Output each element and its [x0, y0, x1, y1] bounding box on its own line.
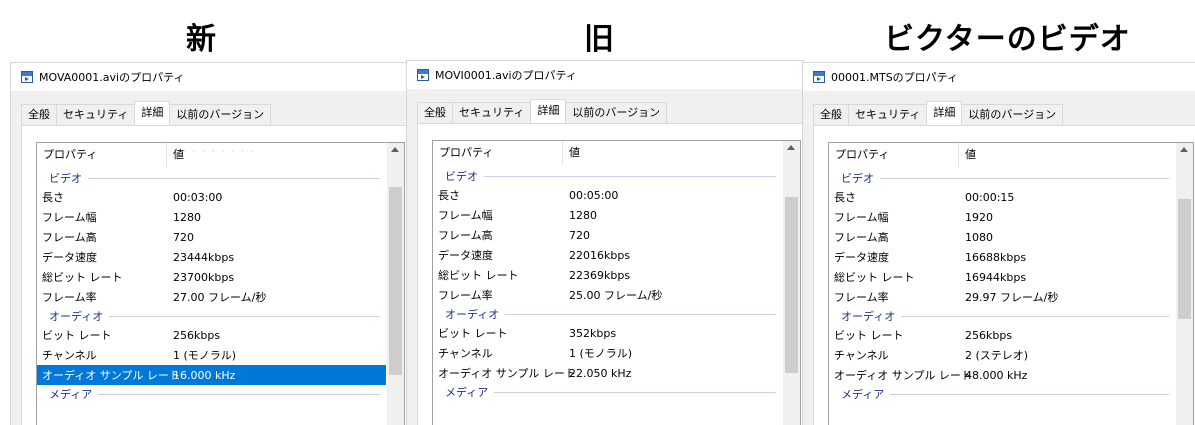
row-length[interactable]: 長さ 00:05:00 [433, 185, 782, 205]
tab-details[interactable]: 詳細 [530, 99, 567, 123]
row-data-rate[interactable]: データ速度 23444kbps [37, 247, 386, 267]
row-frame-width[interactable]: フレーム幅 1920 [829, 207, 1175, 227]
row-data-rate[interactable]: データ速度 22016kbps [433, 245, 782, 265]
property-list[interactable]: プロパティ 値 ビデオ 長さ 00:00:15 フレーム幅 1920 フレーム高 10… [828, 142, 1194, 425]
heading-victor: ビクターのビデオ [884, 22, 1131, 57]
row-audio-sample-rate[interactable]: オーディオ サンプル レート 48.000 kHz [829, 365, 1175, 385]
property-list[interactable]: プロパティ 値 · · · · · · · · · ビデオ 長さ 00:03:00… [36, 142, 405, 425]
details-tab-body: プロパティ 値 · · · · · · · · · ビデオ 長さ 00:03:00… [21, 125, 407, 425]
properties-window-old: MOVI0001.aviのプロパティ 全般 セキュリティ 詳細 以前のバージョン… [406, 60, 804, 425]
row-length[interactable]: 長さ 00:03:00 [37, 187, 386, 207]
column-header-value[interactable]: 値 [959, 143, 1175, 167]
properties-window-icon [21, 71, 33, 83]
tab-details[interactable]: 詳細 [134, 101, 171, 125]
group-video: ビデオ [37, 169, 386, 187]
list-header: プロパティ 値 [433, 141, 782, 165]
tab-previous-versions[interactable]: 以前のバージョン [565, 102, 668, 123]
group-media: メディア [433, 383, 782, 401]
row-frame-rate[interactable]: フレーム率 25.00 フレーム/秒 [433, 285, 782, 305]
details-tab-body: プロパティ 値 ビデオ 長さ 00:05:00 フレーム幅 1280 フレーム高 72… [417, 123, 803, 425]
row-frame-rate[interactable]: フレーム率 29.97 フレーム/秒 [829, 287, 1175, 307]
window-title: 00001.MTSのプロパティ [831, 71, 959, 84]
vertical-scrollbar[interactable] [783, 141, 800, 425]
chevron-up-icon[interactable] [1180, 147, 1188, 152]
row-channels[interactable]: チャンネル 1 (モノラル) [37, 345, 386, 365]
column-header-property[interactable]: プロパティ [37, 143, 167, 167]
tab-general[interactable]: 全般 [813, 104, 849, 125]
row-total-bitrate[interactable]: 総ビット レート 23700kbps [37, 267, 386, 287]
scroll-thumb[interactable] [785, 197, 798, 373]
properties-window-icon [417, 69, 429, 81]
group-audio: オーディオ [37, 307, 386, 325]
row-frame-height[interactable]: フレーム高 1080 [829, 227, 1175, 247]
row-bitrate[interactable]: ビット レート 256kbps [37, 325, 386, 345]
tab-general[interactable]: 全般 [417, 102, 453, 123]
tab-general[interactable]: 全般 [21, 104, 57, 125]
tab-security[interactable]: セキュリティ [452, 102, 532, 123]
tab-details[interactable]: 詳細 [926, 101, 963, 125]
tab-strip: 全般 セキュリティ 詳細 以前のバージョン [813, 101, 1064, 125]
row-audio-sample-rate[interactable]: オーディオ サンプル レート 22.050 kHz [433, 363, 782, 383]
title-bar[interactable]: MOVA0001.aviのプロパティ [11, 63, 407, 91]
vertical-scrollbar[interactable] [1176, 143, 1193, 425]
group-media: メディア [829, 385, 1175, 403]
row-bitrate[interactable]: ビット レート 256kbps [829, 325, 1175, 345]
group-video: ビデオ [829, 169, 1175, 187]
group-audio: オーディオ [829, 307, 1175, 325]
heading-new: 新 [186, 22, 217, 57]
properties-window-icon [813, 71, 825, 83]
list-header: プロパティ 値 [829, 143, 1175, 167]
row-audio-sample-rate[interactable]: オーディオ サンプル レート 16.000 kHz [37, 365, 386, 385]
group-audio: オーディオ [433, 305, 782, 323]
column-header-property[interactable]: プロパティ [433, 141, 563, 165]
faint-text: · · · · · · · · · [173, 147, 256, 157]
row-bitrate[interactable]: ビット レート 352kbps [433, 323, 782, 343]
row-frame-rate[interactable]: フレーム率 27.00 フレーム/秒 [37, 287, 386, 307]
window-title: MOVI0001.aviのプロパティ [435, 69, 577, 82]
row-length[interactable]: 長さ 00:00:15 [829, 187, 1175, 207]
chevron-up-icon[interactable] [787, 145, 795, 150]
row-data-rate[interactable]: データ速度 16688kbps [829, 247, 1175, 267]
column-header-value[interactable]: 値 [563, 141, 782, 165]
vertical-scrollbar[interactable] [387, 143, 404, 425]
group-media: メディア [37, 385, 386, 403]
row-channels[interactable]: チャンネル 1 (モノラル) [433, 343, 782, 363]
row-frame-height[interactable]: フレーム高 720 [433, 225, 782, 245]
tab-previous-versions[interactable]: 以前のバージョン [961, 104, 1064, 125]
row-total-bitrate[interactable]: 総ビット レート 22369kbps [433, 265, 782, 285]
properties-window-victor: 00001.MTSのプロパティ 全般 セキュリティ 詳細 以前のバージョン プロ… [802, 62, 1195, 425]
window-title: MOVA0001.aviのプロパティ [39, 71, 185, 84]
properties-window-new: MOVA0001.aviのプロパティ 全般 セキュリティ 詳細 以前のバージョン… [10, 62, 408, 425]
row-frame-width[interactable]: フレーム幅 1280 [37, 207, 386, 227]
row-total-bitrate[interactable]: 総ビット レート 16944kbps [829, 267, 1175, 287]
tab-security[interactable]: セキュリティ [56, 104, 136, 125]
details-tab-body: プロパティ 値 ビデオ 長さ 00:00:15 フレーム幅 1920 フレーム高 10… [813, 125, 1195, 425]
chevron-up-icon[interactable] [391, 147, 399, 152]
property-list[interactable]: プロパティ 値 ビデオ 長さ 00:05:00 フレーム幅 1280 フレーム高 72… [432, 140, 801, 425]
tab-strip: 全般 セキュリティ 詳細 以前のバージョン [21, 101, 272, 125]
row-frame-height[interactable]: フレーム高 720 [37, 227, 386, 247]
group-video: ビデオ [433, 167, 782, 185]
title-bar[interactable]: MOVI0001.aviのプロパティ [407, 61, 803, 89]
heading-old: 旧 [584, 22, 615, 57]
row-channels[interactable]: チャンネル 2 (ステレオ) [829, 345, 1175, 365]
tab-security[interactable]: セキュリティ [848, 104, 928, 125]
scroll-thumb[interactable] [1178, 199, 1191, 319]
tab-strip: 全般 セキュリティ 詳細 以前のバージョン [417, 99, 668, 123]
row-frame-width[interactable]: フレーム幅 1280 [433, 205, 782, 225]
column-header-property[interactable]: プロパティ [829, 143, 959, 167]
title-bar[interactable]: 00001.MTSのプロパティ [803, 63, 1195, 91]
tab-previous-versions[interactable]: 以前のバージョン [169, 104, 272, 125]
scroll-thumb[interactable] [389, 187, 402, 375]
